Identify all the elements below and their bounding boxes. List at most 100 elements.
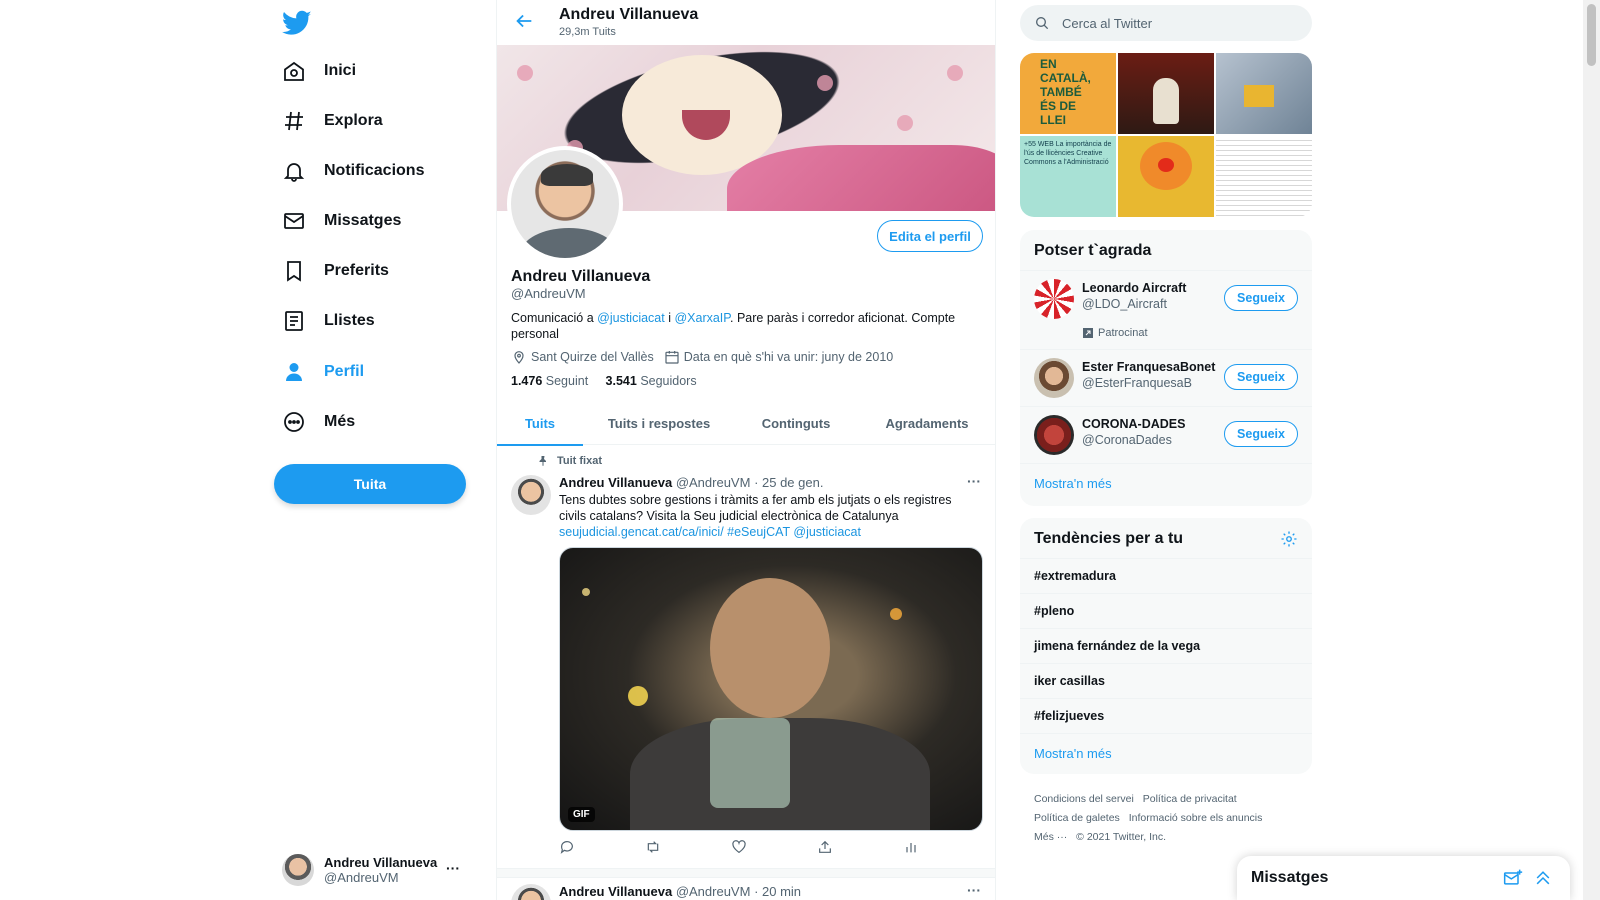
followers-link[interactable]: 3.541 Seguidors (606, 374, 697, 388)
nav-item-home[interactable]: Inici (282, 47, 356, 95)
nav-item-profile[interactable]: Perfil (282, 348, 364, 396)
bio-mention-justiciacat[interactable]: @justiciacat (597, 311, 665, 325)
media-thumbnail[interactable] (1118, 53, 1214, 134)
scrollbar-thumb[interactable] (1587, 4, 1596, 66)
footer-link[interactable]: Informació sobre els anuncis (1129, 812, 1263, 824)
tweet-text: Tens dubtes sobre gestions i tràmits a f… (559, 493, 952, 539)
suggestion-item[interactable]: CORONA-DADES @CoronaDades Segueix (1020, 406, 1312, 463)
tweet-avatar[interactable] (511, 475, 551, 515)
follow-button[interactable]: Segueix (1224, 421, 1298, 447)
nav-item-lists[interactable]: Llistes (282, 297, 375, 345)
back-arrow-icon[interactable] (513, 10, 535, 32)
tweet-button[interactable]: Tuita (274, 464, 466, 504)
suggestion-item[interactable]: Ester FranquesaBonet @EsterFranquesaB Se… (1020, 349, 1312, 406)
profile-tabs: Tuits Tuits i respostes Continguts Agrad… (497, 402, 995, 446)
following-link[interactable]: 1.476 Seguint (511, 374, 588, 388)
tweet-author-name[interactable]: Andreu Villanueva (559, 475, 672, 490)
suggestion-name[interactable]: Leonardo Aircraft (1082, 281, 1186, 295)
media-thumbnail[interactable]: EN CATALÀ, TAMBÉ ÉS DE LLEI (1020, 53, 1116, 134)
tweet-author-handle[interactable]: @AndreuVM (676, 884, 751, 899)
nav-label: Preferits (324, 262, 389, 279)
show-more-link[interactable]: Mostra'n més (1020, 463, 1312, 503)
suggestion-item[interactable]: Leonardo Aircraft @LDO_Aircraft Patrocin… (1020, 270, 1312, 349)
twitter-logo-icon[interactable] (282, 8, 312, 38)
tab-tweets[interactable]: Tuits (497, 402, 583, 446)
trend-item[interactable]: #felizjueves (1020, 698, 1312, 733)
profile-avatar[interactable] (507, 146, 623, 262)
retweet-icon[interactable] (645, 839, 661, 855)
tweet-author-name[interactable]: Andreu Villanueva (559, 884, 672, 899)
suggestion-name[interactable]: CORONA-DADES (1082, 417, 1185, 431)
tweet-time[interactable]: · 20 min (754, 884, 801, 899)
header-name: Andreu Villanueva (559, 6, 699, 23)
analytics-icon[interactable] (903, 839, 919, 855)
suggestion-name[interactable]: Ester FranquesaBonet (1082, 360, 1215, 374)
media-thumbnail[interactable] (1216, 53, 1312, 134)
profile-header-bar: Andreu Villanueva 29,3m Tuits (497, 0, 995, 44)
account-handle: @AndreuVM (324, 870, 399, 885)
footer-link[interactable]: Política de galetes (1034, 812, 1120, 824)
messages-drawer[interactable]: Missatges (1237, 856, 1570, 900)
tab-tweets-and-replies[interactable]: Tuits i respostes (583, 402, 735, 445)
reply-icon[interactable] (559, 839, 575, 855)
tweet-avatar[interactable] (511, 884, 551, 900)
page-scrollbar[interactable] (1583, 0, 1600, 900)
footer-link[interactable]: Política de privacitat (1143, 793, 1237, 805)
avatar[interactable] (1034, 279, 1074, 319)
media-thumbnail[interactable] (1118, 136, 1214, 217)
like-icon[interactable] (731, 839, 747, 855)
nav-item-more[interactable]: Més (282, 398, 355, 446)
more-circle-icon (284, 412, 304, 432)
nav-item-explore[interactable]: Explora (282, 97, 383, 145)
account-switcher[interactable]: Andreu Villanueva @AndreuVM ··· (282, 850, 482, 890)
new-message-icon[interactable] (1503, 868, 1523, 888)
search-placeholder: Cerca al Twitter (1062, 15, 1153, 31)
follow-button[interactable]: Segueix (1224, 285, 1298, 311)
tweet-divider (497, 868, 995, 878)
right-sidebar: Cerca al Twitter EN CATALÀ, TAMBÉ ÉS DE … (1020, 0, 1315, 900)
tweet-time[interactable]: · 25 de gen. (754, 475, 823, 490)
avatar[interactable] (1034, 415, 1074, 455)
tweet-author-handle[interactable]: @AndreuVM (676, 475, 751, 490)
avatar[interactable] (1034, 358, 1074, 398)
tab-media[interactable]: Continguts (735, 402, 857, 445)
nav-item-bookmarks[interactable]: Preferits (282, 247, 389, 295)
show-more-link[interactable]: Mostra'n més (1020, 733, 1312, 773)
bio-mention-xarxaip[interactable]: @XarxaIP (674, 311, 730, 325)
tab-likes[interactable]: Agradaments (857, 402, 995, 445)
suggestion-handle: @LDO_Aircraft (1082, 297, 1167, 311)
footer-link[interactable]: Més ··· (1034, 831, 1067, 843)
footer-link[interactable]: Condicions del servei (1034, 793, 1134, 805)
trend-item[interactable]: #pleno (1020, 593, 1312, 628)
home-icon (284, 61, 304, 81)
settings-gear-icon[interactable] (1280, 530, 1298, 548)
who-to-follow-panel: Potser t`agrada Leonardo Aircraft @LDO_A… (1020, 230, 1312, 506)
profile-follow-counts: 1.476 Seguint 3.541 Seguidors (511, 374, 697, 388)
trend-item[interactable]: iker casillas (1020, 663, 1312, 698)
tweet-menu-icon[interactable]: ··· (967, 882, 981, 898)
profile-bio: Comunicació a @justiciacat i @XarxaIP. P… (511, 310, 981, 342)
edit-profile-button[interactable]: Edita el perfil (877, 220, 983, 252)
tweet-gif-media[interactable]: GIF (559, 547, 983, 831)
hash-icon (285, 111, 303, 131)
trend-item[interactable]: jimena fernández de la vega (1020, 628, 1312, 663)
collapse-chevron-icon[interactable] (1533, 868, 1553, 888)
nav-label: Explora (324, 112, 383, 129)
nav-item-notifications[interactable]: Notificacions (282, 147, 424, 195)
tweet-menu-icon[interactable]: ··· (967, 473, 981, 489)
tweet[interactable]: Andreu Villanueva @AndreuVM · 20 min ··· (497, 880, 995, 900)
media-thumbnail[interactable] (1216, 136, 1312, 217)
trend-item[interactable]: #extremadura (1020, 558, 1312, 593)
account-menu-icon[interactable]: ··· (446, 860, 460, 876)
tweet-links[interactable]: seujudicial.gencat.cat/ca/inici/ #eSeujC… (559, 525, 861, 539)
follow-button[interactable]: Segueix (1224, 364, 1298, 390)
media-thumbnail[interactable]: +55 WEB La importància de l'ús de llicèn… (1020, 136, 1116, 217)
profile-column: Andreu Villanueva 29,3m Tuits Edita el p… (496, 0, 996, 900)
header-tweet-count: 29,3m Tuits (559, 26, 616, 38)
pin-icon (539, 456, 546, 466)
profile-name: Andreu Villanueva (511, 268, 651, 285)
nav-item-messages[interactable]: Missatges (282, 197, 401, 245)
search-input[interactable]: Cerca al Twitter (1020, 5, 1312, 41)
tweet-pinned[interactable]: Tuit fixat Andreu Villanueva @AndreuVM ·… (497, 455, 995, 870)
share-icon[interactable] (817, 839, 833, 855)
